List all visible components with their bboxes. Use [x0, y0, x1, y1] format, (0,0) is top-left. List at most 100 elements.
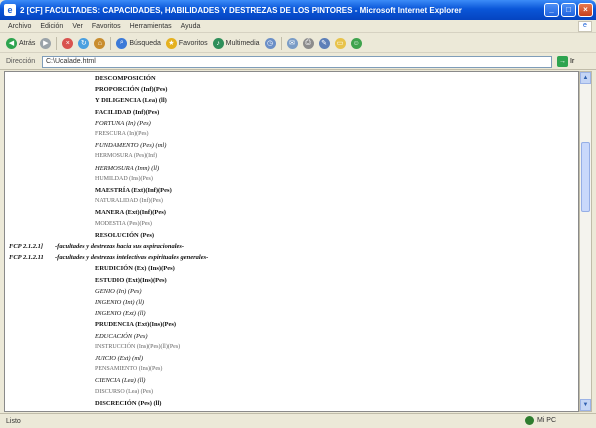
section-code: FCP 2.1.2.11: [9, 254, 44, 262]
home-icon: ⌂: [94, 37, 106, 49]
maximize-button[interactable]: □: [561, 3, 576, 17]
line-text: MAESTRÍA (Ext)(Inf)(Pes): [95, 187, 172, 194]
edit-button[interactable]: ✎: [318, 37, 330, 49]
search-icon: ⌕: [116, 37, 128, 49]
search-label: Búsqueda: [129, 39, 161, 47]
menu-herramientas[interactable]: Herramientas: [130, 23, 172, 30]
status-zone: Mi PC: [524, 416, 556, 425]
document-line: FCP 2.1.2.11 -facultades y destrezas inte…: [9, 253, 208, 262]
address-label: Dirección: [6, 58, 36, 65]
toolbar-separator: [56, 36, 58, 50]
line-text: PROPORCIÓN (Inf)(Pes): [95, 86, 168, 94]
address-bar: Dirección C:\Ucalade.html → Ir: [0, 54, 596, 70]
forward-arrow-icon: ▶: [40, 37, 52, 49]
line-text: DESCOMPOSICIÓN: [95, 75, 156, 82]
favorites-button[interactable]: ★ Favoritos: [165, 37, 208, 49]
document-line: DESCOMPOSICIÓN: [95, 74, 156, 83]
back-button[interactable]: ◀ Atrás: [6, 37, 36, 49]
history-icon: ◷: [264, 37, 276, 49]
toolbar-separator: [110, 36, 112, 50]
line-text: MODESTIA (Pes)(Pes): [95, 220, 152, 227]
line-text: HUMILDAD (Ins)(Pes): [95, 175, 153, 182]
mail-button[interactable]: ✉: [286, 37, 298, 49]
minimize-button[interactable]: _: [544, 3, 559, 17]
menu-bar: Archivo Edición Ver Favoritos Herramient…: [0, 20, 596, 33]
history-button[interactable]: ◷: [264, 37, 276, 49]
menu-edicion[interactable]: Edición: [40, 23, 63, 30]
line-text: INGENIO (Int) (ll): [95, 299, 145, 306]
line-text: CIENCIA (Lea) (ll): [95, 377, 146, 385]
scroll-up-icon[interactable]: ▲: [580, 72, 591, 84]
document-line: HERMOSURA (Pes)(Inf): [95, 152, 157, 161]
close-button[interactable]: ×: [578, 3, 593, 17]
folder-button[interactable]: ▭: [334, 37, 346, 49]
line-text: GENIO (In) (Pes): [95, 287, 142, 295]
line-text: FORTUNA (In) (Pes): [95, 119, 151, 127]
document-line: PROPORCIÓN (Inf)(Pes): [95, 85, 167, 94]
forward-button[interactable]: ▶: [40, 37, 52, 49]
stop-button[interactable]: ×: [62, 37, 74, 49]
line-text: DISCRECIÓN (Pes) (ll): [95, 399, 162, 407]
document-line: MANERA (Ext)(Inf)(Pes): [95, 208, 166, 217]
vertical-scrollbar[interactable]: ▲ ▼: [579, 71, 592, 412]
menu-archivo[interactable]: Archivo: [8, 23, 31, 30]
document-line: ERUDICIÓN (Ex) (Ins)(Pes): [95, 264, 175, 273]
search-button[interactable]: ⌕ Búsqueda: [116, 37, 161, 49]
status-text: Listo: [6, 417, 21, 425]
computer-icon: [524, 416, 534, 425]
line-text: ERUDICIÓN (Ex) (Ins)(Pes): [95, 265, 175, 273]
scroll-down-icon[interactable]: ▼: [580, 399, 591, 411]
title-bar: e 2 [CF] FACULTADES: CAPACIDADES, HABILI…: [0, 0, 596, 20]
star-icon: ★: [165, 37, 177, 49]
back-arrow-icon: ◀: [6, 37, 17, 49]
go-label: Ir: [570, 58, 575, 65]
document-line: ESTUDIO (Ext)(Ins)(Pes): [95, 276, 167, 285]
messenger-icon: ☺: [350, 37, 362, 49]
multimedia-button[interactable]: ♪ Multimedia: [212, 37, 260, 49]
document-line: FUNDAMENTO (Pes) (ml): [95, 141, 166, 150]
line-text: HERMOSURA (Pes)(Inf): [95, 153, 158, 160]
document-line: FORTUNA (In) (Pes): [95, 119, 151, 128]
stop-icon: ×: [62, 37, 74, 49]
address-input[interactable]: C:\Ucalade.html: [42, 55, 552, 68]
line-text: Y DILIGENCIA (Lea) (ll): [95, 97, 167, 105]
back-label: Atrás: [19, 39, 36, 47]
document-line: JUICIO (Ext) (ml): [95, 354, 143, 363]
document-line: CIENCIA (Lea) (ll): [95, 376, 145, 385]
print-button[interactable]: ⎙: [302, 37, 314, 49]
document-line: GENIO (In) (Pes): [95, 287, 142, 296]
scrollbar-thumb[interactable]: [581, 142, 590, 212]
windows-logo-icon: e: [578, 21, 592, 32]
go-button[interactable]: → Ir: [557, 56, 574, 67]
messenger-button[interactable]: ☺: [350, 37, 362, 49]
document-line: MAESTRÍA (Ext)(Inf)(Pes): [95, 186, 172, 195]
status-zone-label: Mi PC: [536, 417, 556, 424]
document-line: EDUCACIÓN (Pes): [95, 332, 148, 341]
line-text: -facultades y destrezas intelectivas esp…: [55, 254, 209, 262]
mail-icon: ✉: [286, 37, 298, 49]
toolbar: ◀ Atrás ▶ × ↻ ⌂ ⌕ Búsqueda ★ Favoritos ♪…: [0, 34, 596, 53]
line-text: DISCURSO (Lea) (Pes): [95, 388, 153, 395]
menu-favoritos[interactable]: Favoritos: [92, 23, 121, 30]
line-text: INGENIO (Ext) (ll): [95, 310, 146, 318]
menu-ver[interactable]: Ver: [72, 23, 83, 30]
go-arrow-icon: →: [557, 56, 568, 67]
refresh-button[interactable]: ↻: [78, 37, 90, 49]
status-bar: Listo Mi PC: [0, 413, 596, 428]
line-text: FRESCURA (In)(Pes): [95, 131, 149, 137]
document-line: PENSAMIENTO (Ins)(Pes): [95, 365, 162, 374]
line-text: NATURALIDAD (Inf)(Pes): [95, 198, 163, 205]
document-line: HERMOSURA (Inm) (ll): [95, 164, 159, 173]
document-line: DISCRECIÓN (Pes) (ll): [95, 399, 161, 408]
document-line: NATURALIDAD (Inf)(Pes): [95, 197, 163, 206]
document-line: RESOLUCIÓN (Pes): [95, 231, 154, 240]
document-line: INSTRUCCIÓN (Ins)(Pes)(ll)(Pes): [95, 343, 180, 352]
folder-icon: ▭: [334, 37, 346, 49]
line-text: JUICIO (Ext) (ml): [95, 355, 144, 362]
document-content: DESCOMPOSICIÓN PROPORCIÓN (Inf)(Pes) Y DIL…: [4, 71, 579, 412]
home-button[interactable]: ⌂: [94, 37, 106, 49]
menu-ayuda[interactable]: Ayuda: [181, 23, 201, 30]
document-line: INGENIO (Ext) (ll): [95, 309, 146, 318]
edit-icon: ✎: [318, 37, 330, 49]
line-text: ESTUDIO (Ext)(Ins)(Pes): [95, 276, 167, 284]
